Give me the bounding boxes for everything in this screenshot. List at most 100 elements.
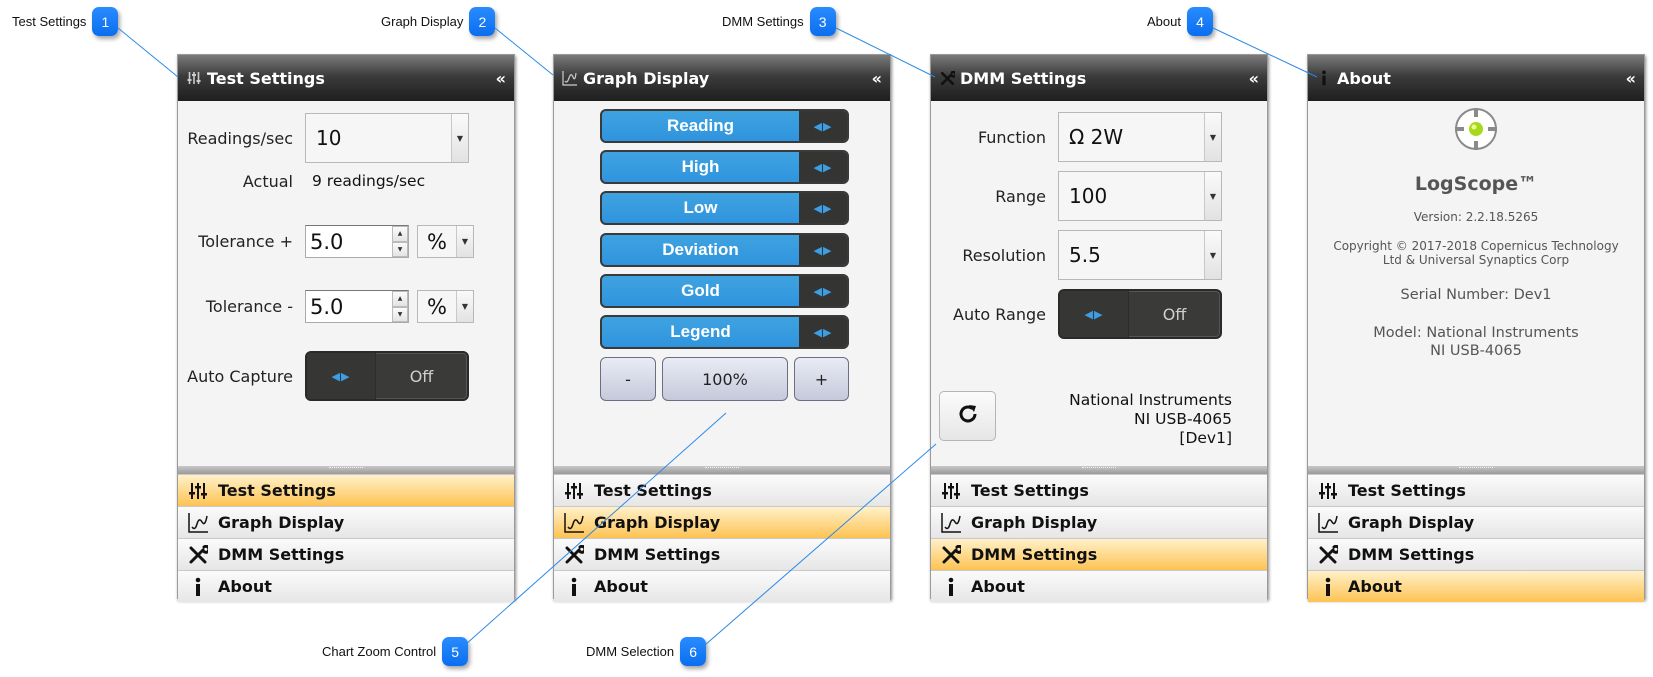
auto-capture-toggle[interactable]: ◀▶ Off <box>305 351 469 401</box>
nav-item-dmm-settings[interactable]: DMM Settings <box>1308 538 1644 570</box>
nav-item-about[interactable]: About <box>554 570 890 602</box>
chevron-down-icon[interactable]: ▼ <box>451 114 468 162</box>
splitter-handle[interactable] <box>931 466 1267 474</box>
auto-range-toggle[interactable]: ◀▶ Off <box>1058 289 1222 339</box>
auto-range-row: Auto Range ◀▶ Off <box>931 289 1267 339</box>
chevron-down-icon[interactable]: ▼ <box>1204 113 1221 161</box>
graph-icon <box>939 511 963 535</box>
resolution-dropdown[interactable]: 5.5 ▼ <box>1058 230 1222 280</box>
nav-item-test-settings[interactable]: Test Settings <box>1308 474 1644 506</box>
nav-item-test-settings[interactable]: Test Settings <box>554 474 890 506</box>
nav-list: Test Settings Graph Display DMM Settings… <box>554 474 890 602</box>
resolution-label: Resolution <box>962 245 1046 265</box>
spin-down-button[interactable]: ▼ <box>392 306 408 322</box>
callout-test-settings: Test Settings 1 <box>12 7 119 36</box>
series-toggle-high[interactable]: High ◀▶ <box>600 150 849 184</box>
panel-body: Function Ω 2W ▼ Range 100 ▼ Resolution 5… <box>931 101 1267 466</box>
leader-line-1 <box>117 27 179 78</box>
function-dropdown[interactable]: Ω 2W ▼ <box>1058 112 1222 162</box>
tolerance-minus-unit-dropdown[interactable]: % ▼ <box>417 290 474 323</box>
nav-item-graph-display[interactable]: Graph Display <box>931 506 1267 538</box>
panel-header: DMM Settings « <box>931 55 1267 101</box>
spin-down-button[interactable]: ▼ <box>392 241 408 257</box>
callout-badge: 3 <box>809 7 836 36</box>
test-settings-panel: Test Settings « Readings/sec 10 ▼ Actual… <box>177 54 515 602</box>
graph-icon <box>1316 511 1340 535</box>
nav-item-about[interactable]: About <box>931 570 1267 602</box>
nav-item-test-settings[interactable]: Test Settings <box>178 474 514 506</box>
chevron-down-icon[interactable]: ▼ <box>1204 231 1221 279</box>
collapse-button[interactable]: « <box>1626 69 1636 88</box>
series-toggle-low[interactable]: Low ◀▶ <box>600 191 849 225</box>
spin-up-button[interactable]: ▲ <box>392 226 408 242</box>
sliders-icon <box>1316 479 1340 503</box>
nav-label: Graph Display <box>218 513 345 532</box>
nav-item-dmm-settings[interactable]: DMM Settings <box>178 538 514 570</box>
tolerance-plus-unit-dropdown[interactable]: % ▼ <box>417 225 474 258</box>
nav-item-graph-display[interactable]: Graph Display <box>554 506 890 538</box>
left-right-arrows-icon: ◀▶ <box>799 276 847 306</box>
tolerance-plus-input[interactable]: 5.0 ▲ ▼ <box>305 225 409 258</box>
chevron-down-icon[interactable]: ▼ <box>456 291 473 322</box>
nav-label: Graph Display <box>971 513 1098 532</box>
callout-chart-zoom: Chart Zoom Control 5 <box>322 637 469 666</box>
callout-badge: 1 <box>92 7 119 36</box>
readings-dropdown[interactable]: 10 ▼ <box>305 113 469 163</box>
series-toggle-reading[interactable]: Reading ◀▶ <box>600 109 849 143</box>
collapse-button[interactable]: « <box>1249 69 1259 88</box>
splitter-handle[interactable] <box>1308 466 1644 474</box>
nav-item-graph-display[interactable]: Graph Display <box>1308 506 1644 538</box>
copyright-text: Copyright © 2017-2018 Copernicus Technol… <box>1308 239 1644 267</box>
panel-title: DMM Settings <box>960 68 1087 88</box>
range-row: Range 100 ▼ <box>931 171 1267 221</box>
dmm-device-info: National Instruments NI USB-4065 [Dev1] <box>1069 391 1232 448</box>
crosshair-logo-icon <box>1455 108 1497 150</box>
series-toggle-deviation[interactable]: Deviation ◀▶ <box>600 233 849 267</box>
chevron-down-icon[interactable]: ▼ <box>456 226 473 257</box>
nav-label: DMM Settings <box>971 545 1098 564</box>
spin-up-button[interactable]: ▲ <box>392 291 408 307</box>
nav-label: About <box>594 577 648 596</box>
wrench-icon <box>939 543 963 567</box>
nav-list: Test Settings Graph Display DMM Settings… <box>1308 474 1644 602</box>
series-name: Legend <box>670 322 731 341</box>
tolerance-plus-value: 5.0 <box>310 229 344 254</box>
actual-label: Actual <box>242 171 293 191</box>
sliders-icon <box>186 479 210 503</box>
range-dropdown[interactable]: 100 ▼ <box>1058 171 1222 221</box>
nav-item-test-settings[interactable]: Test Settings <box>931 474 1267 506</box>
splitter-handle[interactable] <box>554 466 890 474</box>
tolerance-minus-label: Tolerance - <box>205 297 293 316</box>
nav-item-graph-display[interactable]: Graph Display <box>178 506 514 538</box>
nav-label: Graph Display <box>594 513 721 532</box>
nav-label: Test Settings <box>218 481 336 500</box>
nav-item-about[interactable]: About <box>1308 570 1644 602</box>
tolerance-plus-label: Tolerance + <box>198 232 293 251</box>
zoom-out-button[interactable]: - <box>600 357 656 401</box>
nav-item-dmm-settings[interactable]: DMM Settings <box>554 538 890 570</box>
left-right-arrows-icon: ◀▶ <box>799 193 847 223</box>
callout-badge: 6 <box>680 637 707 666</box>
actual-value: 9 readings/sec <box>312 172 426 190</box>
nav-label: Test Settings <box>971 481 1089 500</box>
info-icon <box>1316 575 1340 599</box>
zoom-in-button[interactable]: + <box>794 357 849 401</box>
collapse-button[interactable]: « <box>496 69 506 88</box>
nav-item-about[interactable]: About <box>178 570 514 602</box>
series-toggle-legend[interactable]: Legend ◀▶ <box>600 315 849 349</box>
tolerance-minus-input[interactable]: 5.0 ▲ ▼ <box>305 290 409 323</box>
series-toggle-gold[interactable]: Gold ◀▶ <box>600 274 849 308</box>
nav-item-dmm-settings[interactable]: DMM Settings <box>931 538 1267 570</box>
nav-list: Test Settings Graph Display DMM Settings… <box>931 474 1267 602</box>
series-name: Low <box>683 198 718 217</box>
refresh-dmm-button[interactable] <box>939 391 996 441</box>
collapse-button[interactable]: « <box>872 69 882 88</box>
splitter-handle[interactable] <box>178 466 514 474</box>
chevron-down-icon[interactable]: ▼ <box>1204 172 1221 220</box>
panel-body: Readings/sec 10 ▼ Actual 9 readings/sec … <box>178 101 514 466</box>
zoom-level-button[interactable]: 100% <box>662 357 788 401</box>
panel-title: Graph Display <box>583 68 710 88</box>
info-icon <box>939 575 963 599</box>
callout-label: Test Settings <box>12 14 87 29</box>
copyright-line: Copyright © 2017-2018 Copernicus Technol… <box>1333 239 1619 253</box>
